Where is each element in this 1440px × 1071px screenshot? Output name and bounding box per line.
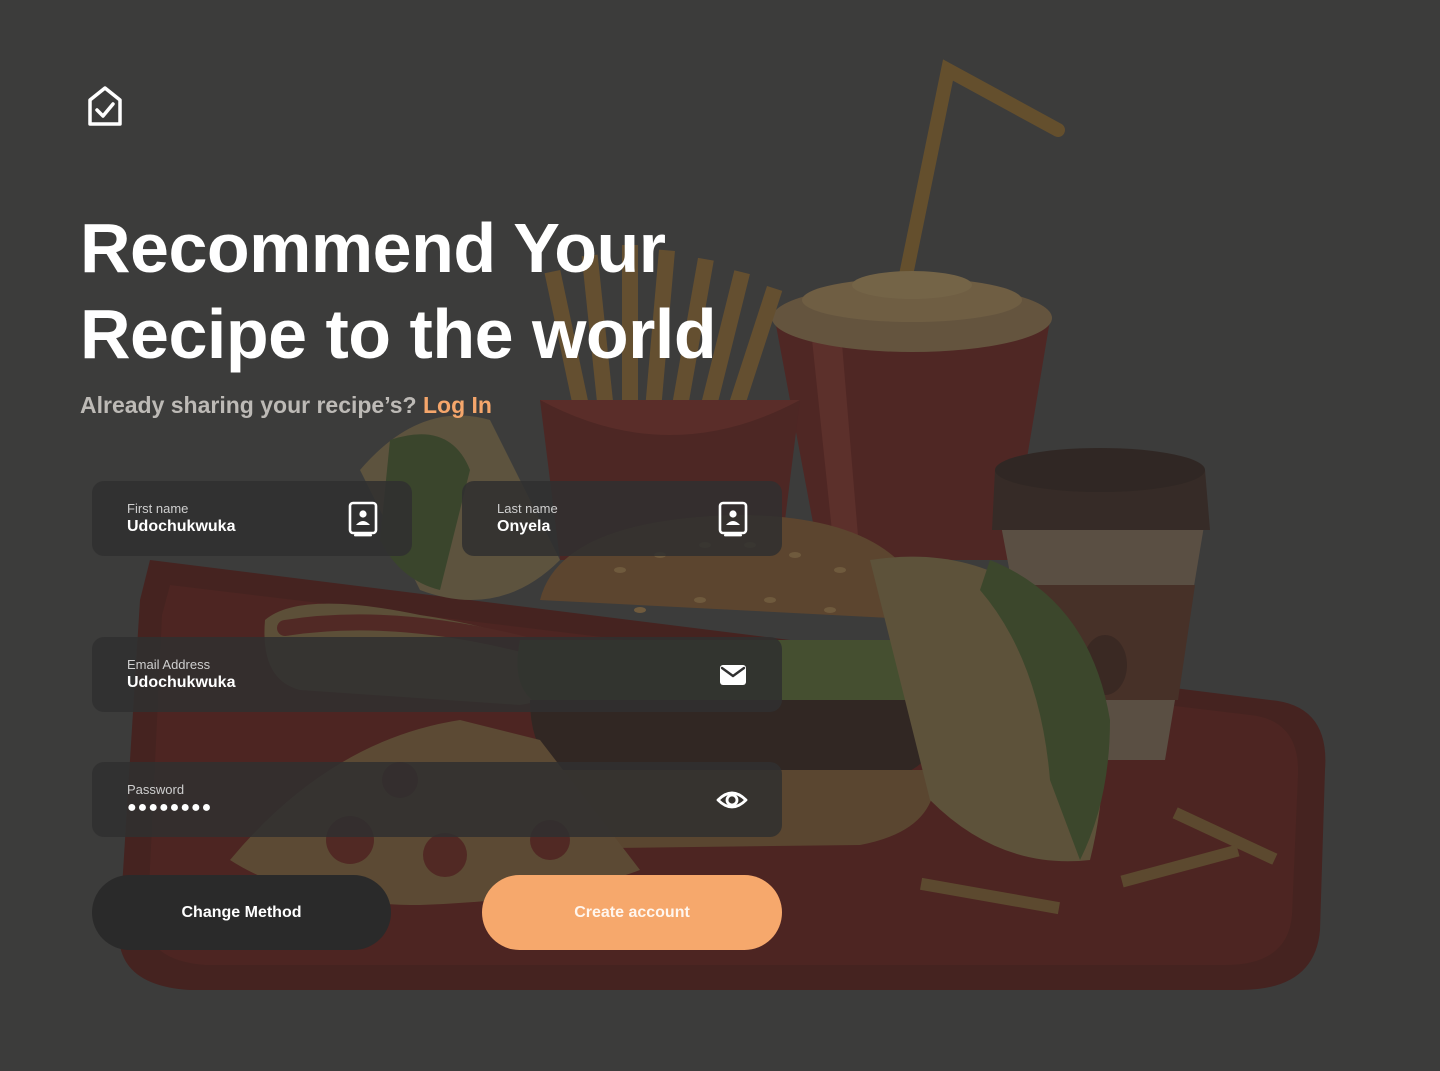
contact-card-icon [348,501,378,537]
first-name-field[interactable]: First name Udochukwuka [92,481,412,556]
password-label: Password [127,782,185,797]
eye-icon[interactable] [716,782,748,818]
first-name-value[interactable]: Udochukwuka [127,517,377,537]
first-name-label: First name [127,501,189,516]
login-prompt: Already sharing your recipe’s? Log In [80,390,492,420]
last-name-label: Last name [497,501,558,516]
password-field[interactable]: Password ●●●●●●●● [92,762,782,837]
email-value[interactable]: Udochukwuka [127,673,747,693]
envelope-icon [718,657,748,693]
email-label: Email Address [127,657,211,672]
house-check-icon[interactable] [86,84,124,128]
last-name-value[interactable]: Onyela [497,517,747,537]
create-account-button[interactable]: Create account [482,875,782,950]
title-line-2: Recipe to the world [80,295,717,373]
login-link[interactable]: Log In [423,392,492,418]
last-name-field[interactable]: Last name Onyela [462,481,782,556]
title-line-1: Recommend Your [80,209,666,287]
change-method-button[interactable]: Change Method [92,875,391,950]
page-title: Recommend Your Recipe to the world [80,205,717,377]
contact-card-icon [718,501,748,537]
login-prompt-text: Already sharing your recipe’s? [80,392,417,418]
email-field[interactable]: Email Address Udochukwuka [92,637,782,712]
password-value[interactable]: ●●●●●●●● [127,798,747,818]
